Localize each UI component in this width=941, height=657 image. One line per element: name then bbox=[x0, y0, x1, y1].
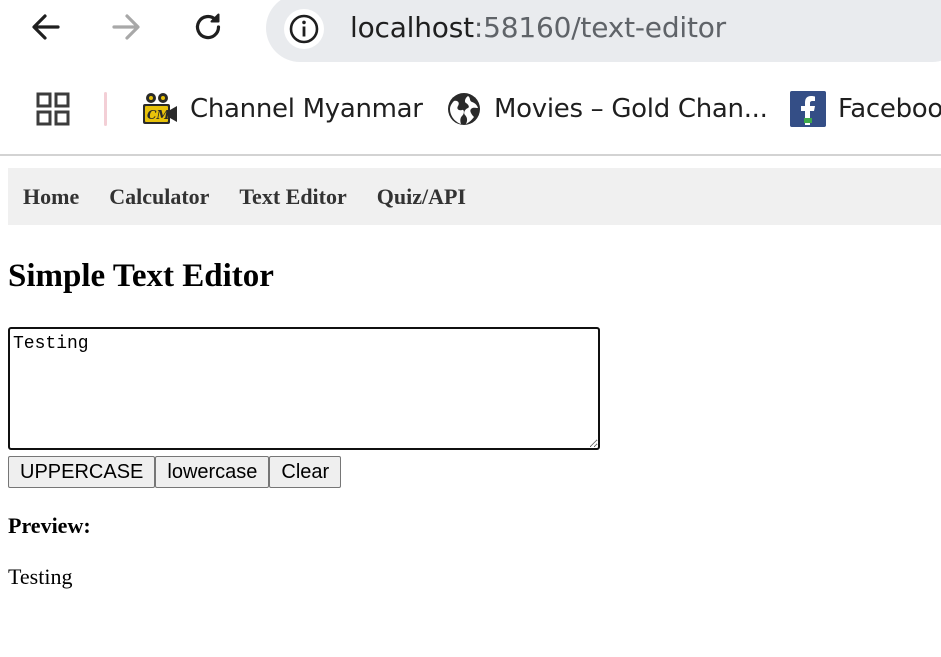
editor-button-row: UPPERCASE lowercase Clear bbox=[8, 456, 342, 488]
arrow-left-icon bbox=[32, 14, 60, 40]
svg-text:CM: CM bbox=[147, 108, 171, 122]
url-text[interactable]: localhost:58160/text-editor bbox=[350, 8, 726, 48]
text-editor-textarea[interactable]: Testing bbox=[8, 327, 600, 450]
bookmark-movies-gold-channel[interactable]: Movies – Gold Chan... bbox=[446, 86, 768, 132]
lowercase-button[interactable]: lowercase bbox=[155, 456, 270, 488]
site-nav: Home Calculator Text Editor Quiz/API bbox=[8, 168, 941, 225]
preview-heading: Preview: bbox=[8, 513, 91, 538]
nav-link-home[interactable]: Home bbox=[23, 184, 79, 210]
page-title: Simple Text Editor bbox=[8, 258, 274, 294]
reload-icon bbox=[195, 13, 221, 40]
bookmarks-divider bbox=[104, 92, 107, 126]
url-host: localhost bbox=[350, 11, 474, 44]
bookmark-label: Movies – Gold Chan... bbox=[494, 94, 768, 124]
movie-camera-icon: CM bbox=[143, 93, 177, 124]
bookmark-label: Faceboo bbox=[838, 94, 941, 124]
globe-icon bbox=[448, 93, 480, 125]
uppercase-button[interactable]: UPPERCASE bbox=[8, 456, 156, 488]
nav-link-quiz-api[interactable]: Quiz/API bbox=[377, 184, 466, 210]
clear-button[interactable]: Clear bbox=[269, 456, 342, 488]
url-path: :58160/text-editor bbox=[473, 11, 726, 44]
bookmarks-bar: CM Channel Myanmar Movies – Gold Chan...… bbox=[0, 62, 941, 156]
nav-link-text-editor[interactable]: Text Editor bbox=[239, 184, 346, 210]
info-icon bbox=[289, 14, 319, 44]
arrow-right-icon bbox=[112, 14, 140, 40]
site-info-button[interactable] bbox=[284, 9, 324, 49]
reload-button[interactable] bbox=[186, 5, 230, 49]
bookmark-channel-myanmar[interactable]: CM Channel Myanmar bbox=[142, 86, 423, 132]
facebook-icon bbox=[790, 91, 826, 127]
bookmark-facebook[interactable]: Faceboo bbox=[790, 86, 941, 132]
address-bar[interactable]: localhost:58160/text-editor bbox=[266, 0, 941, 62]
nav-link-calculator[interactable]: Calculator bbox=[109, 184, 209, 210]
bookmark-label: Channel Myanmar bbox=[190, 94, 423, 124]
browser-toolbar: localhost:58160/text-editor bbox=[0, 0, 941, 62]
forward-button[interactable] bbox=[104, 5, 148, 49]
apps-grid-icon[interactable] bbox=[36, 92, 70, 126]
preview-text: Testing bbox=[8, 564, 73, 589]
back-button[interactable] bbox=[24, 5, 68, 49]
